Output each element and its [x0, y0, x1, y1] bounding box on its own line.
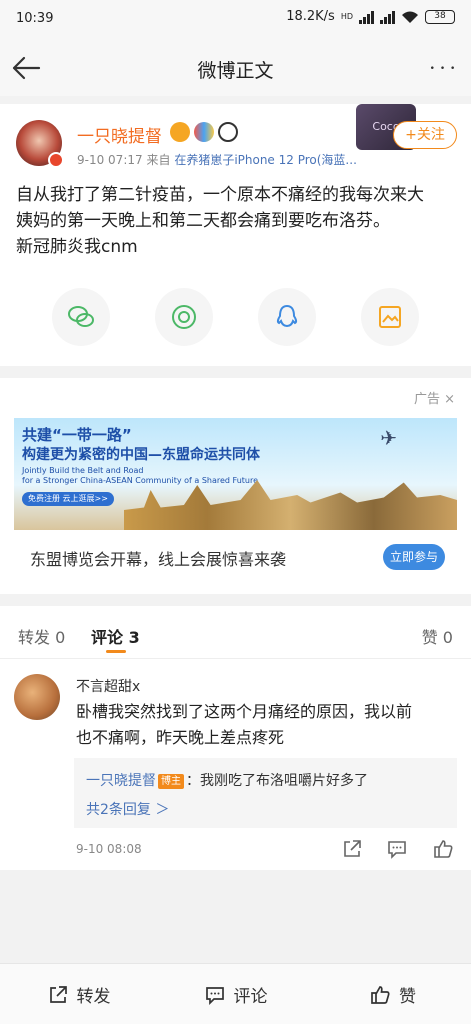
status-time: 10:39	[16, 11, 54, 26]
active-tab-indicator	[106, 650, 126, 653]
more-dots-icon: • • •	[429, 64, 457, 74]
comment-text: 卧槽我突然找到了这两个月痛经的原因，我以前 也不痛啊，昨天晚上差点疼死	[76, 699, 458, 751]
share-row	[0, 288, 471, 348]
ad-close-icon[interactable]: ×	[444, 392, 455, 407]
banner-subheadline: 构建更为紧密的中国—东盟命运共同体	[22, 447, 260, 463]
comment-icon	[205, 986, 224, 1005]
tab-comments[interactable]: 评论 3	[91, 624, 140, 648]
share-save-image-button[interactable]	[361, 288, 419, 346]
post-content: 自从我打了第二针疫苗，一个原本不痛经的我每次来大 姨妈的第一天晚上和第二天都会痛…	[16, 182, 456, 260]
user-badges	[170, 122, 238, 142]
post-text-line: 自从我打了第二针疫苗，一个原本不痛经的我每次来大	[16, 185, 424, 205]
comment-icon	[388, 841, 406, 859]
repost-icon	[49, 985, 67, 1003]
nav-bar: 微博正文 • • •	[0, 40, 471, 96]
ad-card: 广告 × 共建“一带一路” 构建更为紧密的中国—东盟命运共同体 Jointly …	[0, 378, 471, 594]
save-image-icon	[379, 306, 401, 328]
page-title: 微博正文	[197, 60, 274, 82]
share-qq-button[interactable]	[258, 288, 316, 346]
signal-icon	[359, 10, 374, 24]
follow-button[interactable]: +关注	[393, 121, 457, 149]
comment-time: 9-10 08:08	[76, 842, 142, 856]
ad-label-text: 广告	[413, 392, 440, 407]
battery-icon: 38	[425, 9, 455, 24]
comment-button[interactable]: 评论	[157, 964, 314, 1024]
balloon-badge-icon	[194, 122, 214, 142]
banner-english-line: for a Stronger China-ASEAN Community of …	[22, 476, 259, 485]
post-time: 9-10 07:17	[77, 153, 143, 167]
divider	[0, 658, 471, 659]
wifi-icon	[402, 11, 418, 23]
skyline-graphic	[124, 480, 457, 530]
status-icons: 18.2K/s HD 38	[286, 9, 455, 24]
author-name[interactable]: 一只晓提督	[77, 122, 162, 147]
more-button[interactable]: • • •	[427, 54, 459, 82]
post-text-line: 姨妈的第一天晚上和第二天都会痛到要吃布洛芬。	[16, 211, 390, 231]
thumbs-up-icon	[434, 840, 453, 858]
wechat-icon	[68, 306, 94, 327]
ad-title[interactable]: 东盟博览会开幕，线上会展惊喜来袭	[30, 546, 286, 570]
crown-badge-icon	[170, 122, 190, 142]
comments-section: 转发 0 评论 3 赞 0 不言超甜x 卧槽我突然找到了这两个月痛经的原因，我以…	[0, 606, 471, 870]
reply-preview: 一只晓提督 博主 ：我刚吃了布洛咀嚼片好多了	[86, 770, 368, 790]
qq-icon	[276, 304, 298, 328]
post-text-line: 新冠肺炎我cnm	[16, 237, 138, 257]
like-label: 赞	[399, 987, 416, 1007]
repost-button[interactable]: 转发	[0, 964, 157, 1024]
signal-icon-2	[380, 10, 395, 24]
comment-share-button[interactable]	[341, 838, 363, 860]
airplane-icon: ✈	[380, 426, 397, 450]
view-replies-link[interactable]: 共2条回复 ＞	[86, 799, 169, 819]
repost-label: 转发	[76, 987, 111, 1007]
like-button[interactable]: 赞	[314, 964, 471, 1024]
post-meta: 9-10 07:17 来自 在养猪崽子iPhone 12 Pro(海蓝...	[77, 151, 357, 168]
banner-english-text: Jointly Build the Belt and Road for a St…	[22, 466, 282, 486]
status-bar: 10:39 18.2K/s HD 38	[0, 0, 471, 40]
tab-reposts[interactable]: 转发 0	[18, 624, 65, 648]
share-moments-button[interactable]	[155, 288, 213, 346]
panda-badge-icon	[218, 122, 238, 142]
reply-box[interactable]: 一只晓提督 博主 ：我刚吃了布洛咀嚼片好多了 共2条回复 ＞	[74, 758, 457, 828]
hd-indicator: HD	[340, 12, 353, 21]
author-avatar[interactable]	[16, 120, 64, 168]
banner-english-line: Jointly Build the Belt and Road	[22, 466, 144, 475]
comment-text-line: 也不痛啊，昨天晚上差点疼死	[76, 728, 285, 747]
ad-label: 广告 ×	[414, 388, 455, 407]
ad-banner-image[interactable]: 共建“一带一路” 构建更为紧密的中国—东盟命运共同体 Jointly Build…	[14, 418, 457, 530]
moments-icon	[172, 305, 196, 329]
commenter-name[interactable]: 不言超甜x	[76, 676, 140, 696]
commenter-avatar[interactable]	[14, 674, 60, 720]
post-card: 一只晓提督 9-10 07:17 来自 在养猪崽子iPhone 12 Pro(海…	[0, 104, 471, 366]
reply-text: ：我刚吃了布洛咀嚼片好多了	[186, 773, 368, 789]
ad-cta-button[interactable]: 立即参与	[383, 544, 445, 570]
post-source[interactable]: 在养猪崽子iPhone 12 Pro(海蓝...	[174, 153, 357, 167]
share-icon	[344, 840, 361, 857]
banner-headline: 共建“一带一路”	[22, 426, 132, 444]
reply-author[interactable]: 一只晓提督	[86, 773, 156, 789]
share-wechat-button[interactable]	[52, 288, 110, 346]
tab-likes[interactable]: 赞 0	[422, 624, 453, 648]
host-badge: 博主	[158, 774, 184, 789]
verified-badge-icon	[48, 152, 64, 168]
network-speed: 18.2K/s	[286, 9, 335, 24]
bottom-action-bar: 转发 评论 赞	[0, 963, 471, 1024]
from-label: 来自	[146, 153, 171, 167]
thumbs-up-icon	[371, 985, 390, 1004]
comment-reply-button[interactable]	[386, 838, 408, 860]
comment-label: 评论	[233, 987, 268, 1007]
comment-like-button[interactable]	[432, 838, 454, 860]
comment-text-line: 卧槽我突然找到了这两个月痛经的原因，我以前	[76, 702, 413, 721]
banner-pill: 免费注册 云上逛展>>	[22, 492, 114, 506]
